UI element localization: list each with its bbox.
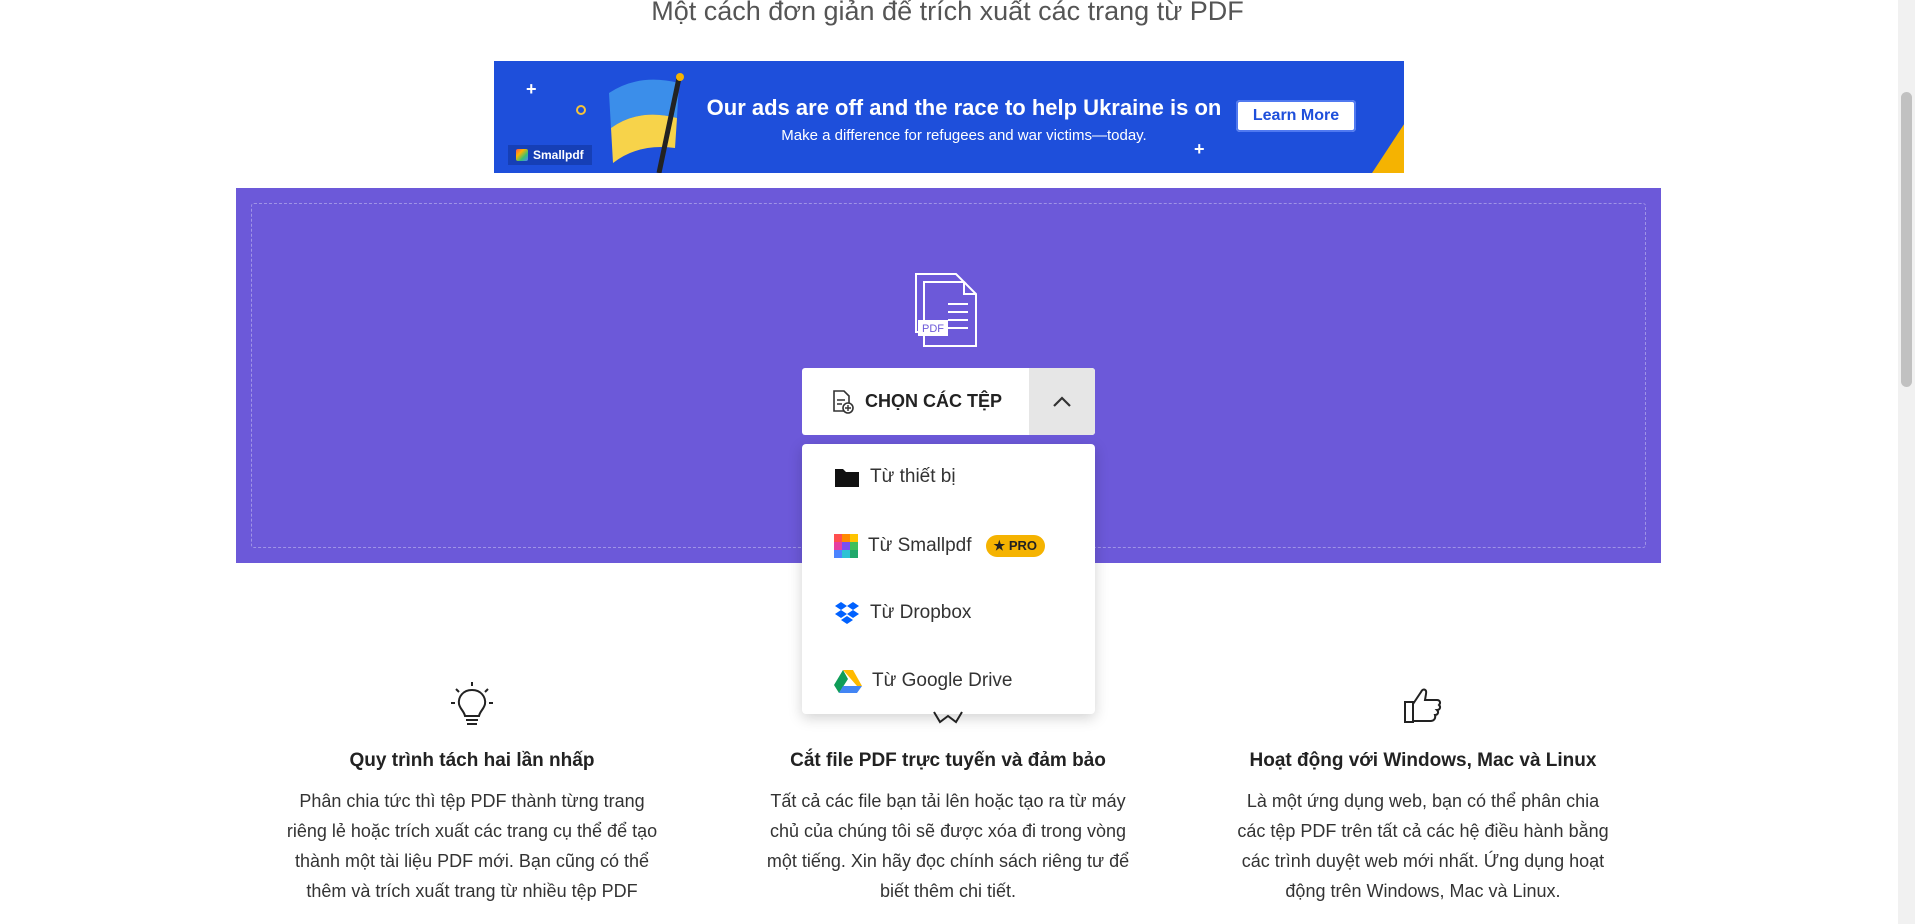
feature-text: Tất cả các file bạn tải lên hoặc tạo ra … [766,791,1130,901]
smallpdf-brand-badge: Smallpdf [508,145,592,165]
choose-files-control: CHỌN CÁC TỆP [802,368,1095,435]
learn-more-button[interactable]: Learn More [1236,100,1356,132]
menu-item-label: Từ Smallpdf [868,535,972,556]
dropbox-icon [835,602,859,624]
svg-text:PDF: PDF [922,323,944,335]
banner-subtext: Make a difference for refugees and war v… [781,127,1147,144]
menu-item-from-smallpdf[interactable]: Từ Smallpdf ★ PRO [834,534,1045,558]
feature-two-click: Quy trình tách hai lần nhấp Phân chia tứ… [262,682,682,906]
menu-item-from-dropbox[interactable]: Từ Dropbox [834,601,971,625]
feature-title: Quy trình tách hai lần nhấp [349,750,595,771]
pdf-files-icon: PDF [915,273,977,347]
lightbulb-icon [451,682,493,725]
choose-files-button[interactable]: CHỌN CÁC TỆP [802,368,1029,435]
page-scrollbar[interactable] [1898,0,1915,924]
smallpdf-logo-icon [516,149,528,161]
feature-secure: Cắt file PDF trực tuyến và đảm bảo Tất c… [738,682,1158,906]
feature-title: Cắt file PDF trực tuyến và đảm bảo [790,750,1106,771]
page-subtitle: Một cách đơn giản để trích xuất các tran… [651,0,1244,26]
choose-files-label: CHỌN CÁC TỆP [864,391,1002,411]
pro-badge: ★ PRO [985,535,1045,557]
feature-title: Hoạt động với Windows, Mac và Linux [1249,750,1597,771]
feature-text: Phân chia tức thì tệp PDF thành từng tra… [286,791,658,901]
file-add-icon [833,389,854,414]
pro-badge-label: PRO [1008,538,1037,553]
dot-decoration-icon [576,105,586,115]
chevron-up-icon [1053,395,1071,407]
banner-headline: Our ads are off and the race to help Ukr… [706,95,1222,120]
thumbs-up-icon [1404,688,1442,723]
ukraine-flag-icon [609,73,684,173]
menu-item-label: Từ Dropbox [870,602,972,623]
upload-source-menu: Từ thiết bị Từ Smallpdf ★ PRO Từ Dropbox [802,444,1095,714]
feature-text: Là một ứng dụng web, bạn có thể phân chi… [1237,791,1609,901]
plus-decoration-icon: + [526,79,537,99]
smallpdf-icon [834,534,858,558]
ukraine-ad-banner[interactable]: + + Our ads are off and the race to help… [494,61,1404,173]
folder-icon [835,469,859,487]
shield-icon [933,711,963,724]
scrollbar-thumb[interactable] [1901,92,1912,387]
upload-options-toggle[interactable] [1029,368,1095,435]
menu-item-label: Từ thiết bị [870,466,956,487]
feature-cross-platform: Hoạt động với Windows, Mac và Linux Là m… [1213,682,1633,906]
brand-label: Smallpdf [533,148,584,162]
menu-item-from-device[interactable]: Từ thiết bị [834,466,956,488]
